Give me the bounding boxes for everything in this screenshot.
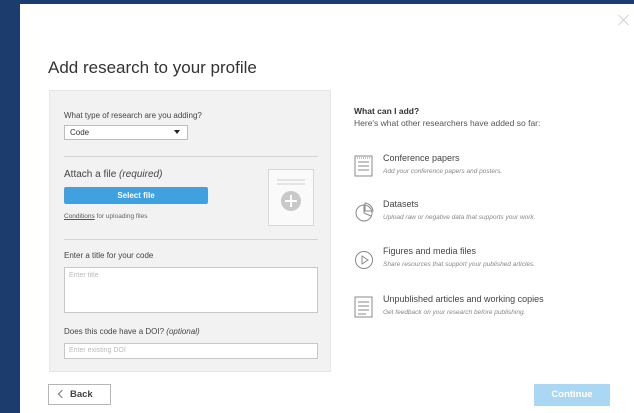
- doi-label: Does this code have a DOI? (optional): [64, 327, 200, 336]
- article-icon: [354, 296, 373, 318]
- info-item-description: Add your conference papers and posters.: [383, 168, 503, 175]
- info-subheading: Here's what other researchers have added…: [354, 118, 541, 128]
- play-icon: [355, 251, 373, 269]
- chevron-left-icon: [57, 389, 67, 399]
- info-item-title: Conference papers: [383, 153, 460, 163]
- document-icon: [354, 155, 373, 177]
- info-item-description: Share resources that support your publis…: [383, 261, 536, 268]
- title-label: Enter a title for your code: [64, 251, 154, 260]
- select-file-button[interactable]: Select file: [64, 187, 208, 204]
- info-heading: What can I add?: [354, 106, 420, 116]
- info-item-figures-media: Figures and media files Share resources …: [354, 246, 614, 280]
- info-item-title: Figures and media files: [383, 246, 477, 256]
- info-item-datasets: Datasets Upload raw or negative data tha…: [354, 199, 614, 233]
- back-button[interactable]: Back: [48, 384, 111, 405]
- research-type-select[interactable]: Code: [64, 125, 188, 140]
- add-file-icon: [281, 191, 301, 211]
- section-divider: [64, 156, 318, 157]
- continue-button[interactable]: Continue: [534, 384, 610, 406]
- doi-input[interactable]: Enter existing DOI: [64, 343, 318, 359]
- info-item-conference-papers: Conference papers Add your conference pa…: [354, 153, 614, 187]
- attach-file-label: Attach a file (required): [64, 169, 163, 180]
- title-input[interactable]: Enter title: [64, 267, 318, 313]
- dropdown-caret-icon: [174, 130, 180, 134]
- research-type-value: Code: [70, 128, 90, 137]
- info-item-description: Upload raw or negative data that support…: [383, 214, 536, 221]
- info-item-title: Datasets: [383, 199, 419, 209]
- info-item-unpublished-articles: Unpublished articles and working copies …: [354, 294, 614, 328]
- dialog-title: Add research to your profile: [48, 58, 257, 77]
- research-type-label: What type of research are you adding?: [64, 111, 202, 120]
- what-can-i-add-panel: What can I add? Here's what other resear…: [354, 106, 614, 318]
- conditions-link[interactable]: Conditions: [64, 213, 95, 220]
- close-icon[interactable]: [618, 14, 630, 26]
- file-upload-thumbnail[interactable]: [268, 169, 314, 226]
- info-item-title: Unpublished articles and working copies: [383, 294, 544, 304]
- research-form-panel: What type of research are you adding? Co…: [49, 90, 331, 372]
- document-lines-icon: [277, 179, 305, 181]
- section-divider: [64, 239, 318, 240]
- pie-chart-icon: [355, 202, 374, 222]
- upload-conditions: Conditions for uploading files: [64, 213, 148, 220]
- add-research-dialog: Add research to your profile What type o…: [20, 4, 634, 413]
- info-item-description: Get feedback on your research before pub…: [383, 309, 526, 316]
